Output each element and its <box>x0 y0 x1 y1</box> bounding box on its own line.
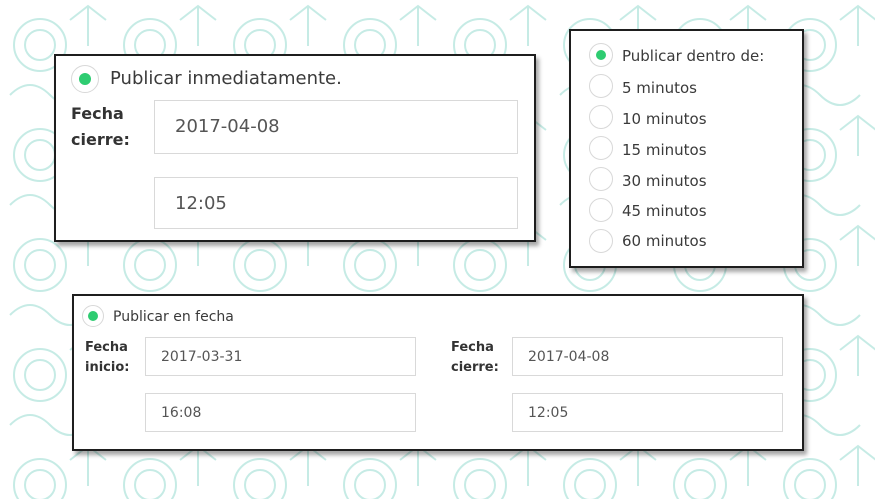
close-date-label: Fecha cierre: <box>451 338 499 378</box>
delay-option-radio[interactable] <box>589 198 613 222</box>
delay-option-label: 5 minutos <box>622 79 697 97</box>
close-date-label-line2: cierre: <box>451 360 499 375</box>
close-date-field[interactable]: 2017-04-08 <box>512 337 783 376</box>
delay-option-label: 30 minutos <box>622 172 707 190</box>
delay-option-radio[interactable] <box>589 105 613 129</box>
start-date-field[interactable]: 2017-03-31 <box>145 337 416 376</box>
delay-option-radio[interactable] <box>589 229 613 253</box>
immediate-publish-label: Publicar inmediatamente. <box>110 68 342 89</box>
immediate-publish-card: Publicar inmediatamente. Fecha cierre: 2… <box>54 54 536 242</box>
scheduled-publish-radio[interactable] <box>82 305 104 327</box>
delay-option-radio[interactable] <box>589 74 613 98</box>
close-date-field[interactable]: 2017-04-08 <box>154 100 518 154</box>
scheduled-publish-card: Publicar en fecha Fecha inicio: 2017-03-… <box>72 294 804 451</box>
immediate-publish-radio[interactable] <box>71 65 99 93</box>
delay-option-label: 15 minutos <box>622 141 707 159</box>
close-time-field[interactable]: 12:05 <box>154 177 518 229</box>
delay-publish-label: Publicar dentro de: <box>622 47 765 65</box>
delay-option-label: 60 minutos <box>622 232 707 250</box>
close-time-field[interactable]: 12:05 <box>512 393 783 432</box>
close-date-label-line1: Fecha <box>451 340 494 355</box>
delay-option-label: 10 minutos <box>622 110 707 128</box>
delay-option-label: 45 minutos <box>622 202 707 220</box>
start-date-label-line1: Fecha <box>85 340 128 355</box>
delay-option-radio[interactable] <box>589 136 613 160</box>
start-date-label-line2: inicio: <box>85 360 130 375</box>
delay-publish-card: Publicar dentro de: 5 minutos 10 minutos… <box>569 29 804 268</box>
delay-publish-radio[interactable] <box>589 43 613 67</box>
start-time-field[interactable]: 16:08 <box>145 393 416 432</box>
close-date-label-line1: Fecha <box>71 104 124 123</box>
close-date-label: Fecha cierre: <box>71 101 130 153</box>
close-date-label-line2: cierre: <box>71 130 130 149</box>
scheduled-publish-label: Publicar en fecha <box>113 309 234 325</box>
start-date-label: Fecha inicio: <box>85 338 129 378</box>
delay-option-radio[interactable] <box>589 167 613 191</box>
